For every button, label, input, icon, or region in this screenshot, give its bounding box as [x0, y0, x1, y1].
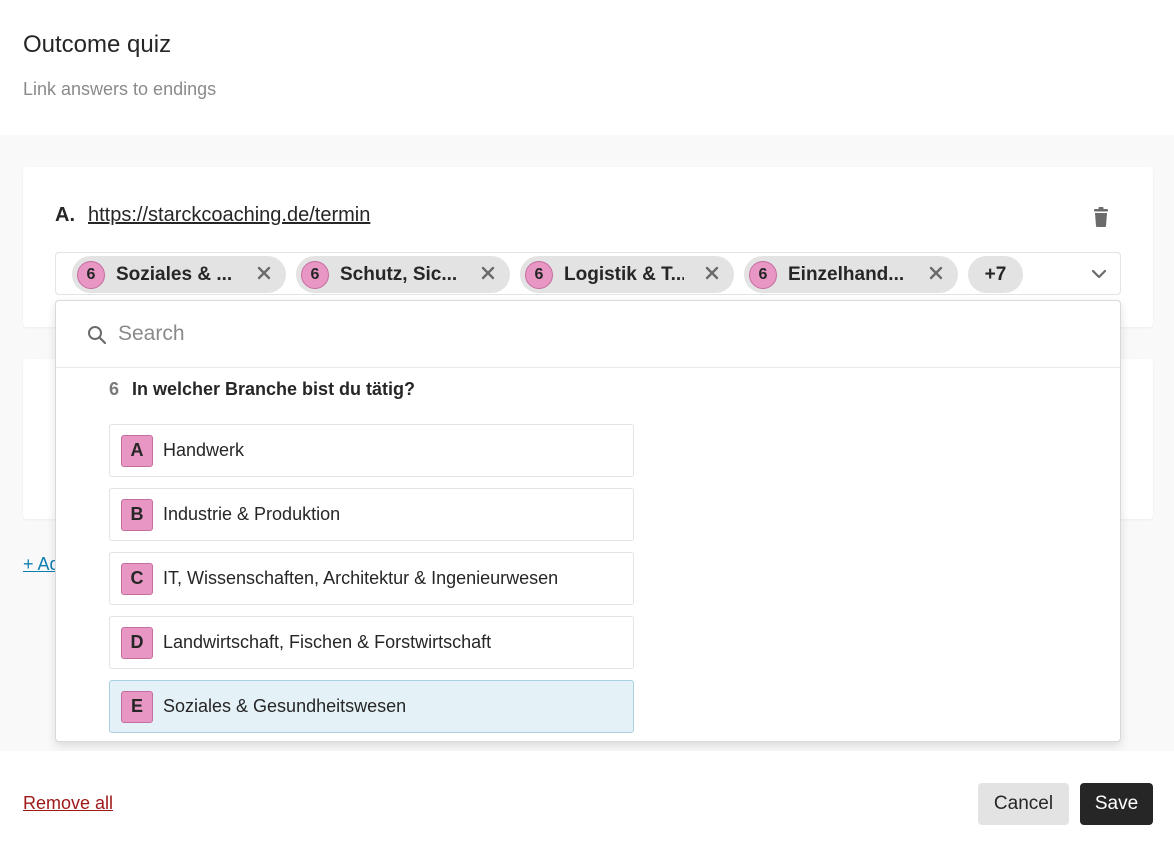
chip-question-number: 6: [525, 260, 553, 289]
selected-answer-chip: 6 Einzelhand...: [744, 256, 958, 293]
answer-key: A: [121, 434, 153, 467]
search-input[interactable]: [118, 317, 1078, 351]
answer-label: Industrie & Produktion: [163, 504, 341, 524]
answer-label: IT, Wissenschaften, Architektur & Ingeni…: [163, 568, 559, 588]
search-row: [56, 301, 1120, 368]
chip-question-number: 6: [77, 260, 105, 289]
selected-answer-chip: 6 Schutz, Sic...: [296, 256, 510, 293]
chip-question-number: 6: [749, 260, 777, 289]
ending-url-link[interactable]: https://starckcoaching.de/termin: [88, 204, 370, 227]
chevron-down-icon[interactable]: [1090, 265, 1108, 283]
answer-option[interactable]: D Landwirtschaft, Fischen & Forstwirtsch…: [109, 616, 634, 669]
question-number: 6: [109, 379, 120, 399]
answer-key: E: [121, 690, 153, 723]
answer-label: Handwerk: [163, 440, 245, 460]
answer-key: D: [121, 626, 153, 659]
chip-label: Einzelhand...: [788, 263, 905, 285]
selected-answer-chip: 6 Soziales & ...: [72, 256, 286, 293]
close-icon[interactable]: [480, 265, 496, 281]
selected-answer-chip: 6 Logistik & T...: [520, 256, 734, 293]
save-button[interactable]: Save: [1080, 783, 1153, 825]
answer-label: Landwirtschaft, Fischen & Forstwirtschaf…: [163, 632, 492, 652]
chip-question-number: 6: [301, 260, 329, 289]
more-chips-badge[interactable]: +7: [968, 256, 1023, 293]
page-subtitle: Link answers to endings: [23, 79, 217, 99]
answer-key: C: [121, 562, 153, 595]
chip-label: Schutz, Sic...: [340, 263, 458, 285]
answer-option[interactable]: A Handwerk: [109, 424, 634, 477]
ending-letter: A.: [55, 204, 75, 226]
close-icon[interactable]: [256, 265, 272, 281]
close-icon[interactable]: [928, 265, 944, 281]
chip-label: Logistik & T...: [564, 263, 684, 285]
answer-key: B: [121, 498, 153, 531]
trash-icon[interactable]: [1090, 206, 1112, 228]
remove-all-link[interactable]: Remove all: [23, 793, 113, 814]
answer-multiselect[interactable]: 6 Soziales & ... 6 Schutz, Sic... 6 Logi…: [55, 252, 1121, 295]
close-icon[interactable]: [704, 265, 720, 281]
answer-option[interactable]: B Industrie & Produktion: [109, 488, 634, 541]
answer-dropdown: 6 In welcher Branche bist du tätig? A Ha…: [55, 300, 1121, 742]
answer-option-selected[interactable]: E Soziales & Gesundheitswesen: [109, 680, 634, 733]
page-title: Outcome quiz: [23, 31, 172, 58]
answer-label: Soziales & Gesundheitswesen: [163, 696, 407, 716]
chip-label: Soziales & ...: [116, 263, 233, 285]
search-icon: [88, 326, 107, 345]
question-text: In welcher Branche bist du tätig?: [132, 379, 416, 399]
cancel-button[interactable]: Cancel: [978, 783, 1069, 825]
answer-option[interactable]: C IT, Wissenschaften, Architektur & Inge…: [109, 552, 634, 605]
modal-header: Outcome quiz Link answers to endings: [0, 0, 1174, 135]
